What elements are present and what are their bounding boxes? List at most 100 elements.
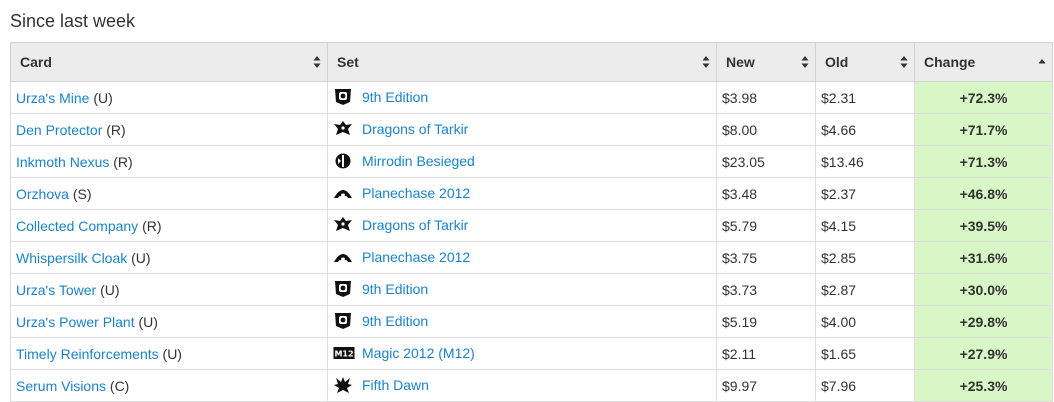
rarity-label: (U) [100, 281, 120, 298]
new-price: $8.00 [716, 113, 816, 146]
set-cell: Dragons of Tarkir [327, 113, 717, 146]
new-price: $3.48 [716, 177, 816, 210]
sort-both-icon [801, 55, 809, 69]
set-link[interactable]: Dragons of Tarkir [362, 217, 468, 233]
card-cell: Urza's Power Plant (U) [10, 305, 328, 338]
card-link[interactable]: Orzhova [16, 186, 69, 202]
sort-both-icon [313, 55, 321, 69]
card-cell: Urza's Tower (U) [10, 273, 328, 306]
old-price: $4.15 [815, 209, 915, 242]
column-label: Card [20, 54, 52, 70]
card-link[interactable]: Den Protector [16, 122, 102, 138]
set-cell: Planechase 2012 [327, 241, 717, 274]
column-header-change[interactable]: Change [914, 42, 1053, 82]
set-cell: 9th Edition [327, 273, 717, 306]
rarity-label: (U) [138, 313, 158, 330]
table-row: Inkmoth Nexus (R) Mirrodin Besieged $23.05… [10, 145, 1053, 178]
new-price: $23.05 [716, 145, 816, 178]
table-row: Collected Company (R) Dragons of Tarkir $5… [10, 209, 1053, 242]
card-cell: Urza's Mine (U) [10, 81, 328, 114]
planechase-2012-icon [333, 248, 353, 266]
set-link[interactable]: 9th Edition [362, 89, 428, 105]
old-price: $2.37 [815, 177, 915, 210]
old-price: $1.65 [815, 337, 915, 370]
sort-both-icon [900, 55, 908, 69]
card-cell: Serum Visions (C) [10, 369, 328, 402]
set-link[interactable]: Planechase 2012 [362, 185, 470, 201]
new-price: $3.75 [716, 241, 816, 274]
new-price: $3.98 [716, 81, 816, 114]
price-change: +46.8% [914, 177, 1053, 210]
svg-text:M12: M12 [334, 350, 353, 359]
column-header-old[interactable]: Old [815, 42, 915, 82]
set-cell: Fifth Dawn [327, 369, 717, 402]
rarity-label: (U) [162, 345, 182, 362]
price-change-table: Card Set New Old Change Urza's Mine (U) 9… [10, 42, 1053, 402]
table-row: Urza's Mine (U) 9th Edition $3.98 $2.31 +72.… [10, 81, 1053, 114]
rarity-label: (U) [93, 89, 113, 106]
card-link[interactable]: Whispersilk Cloak [16, 250, 127, 266]
old-price: $7.96 [815, 369, 915, 402]
new-price: $3.73 [716, 273, 816, 306]
card-cell: Den Protector (R) [10, 113, 328, 146]
column-header-new[interactable]: New [716, 42, 816, 82]
table-header-row: Card Set New Old Change [10, 42, 1053, 82]
set-link[interactable]: 9th Edition [362, 281, 428, 297]
card-cell: Timely Reinforcements (U) [10, 337, 328, 370]
set-link[interactable]: 9th Edition [362, 313, 428, 329]
9th-edition-icon [333, 280, 353, 298]
set-link[interactable]: Dragons of Tarkir [362, 121, 468, 137]
old-price: $4.66 [815, 113, 915, 146]
set-cell: Mirrodin Besieged [327, 145, 717, 178]
card-cell: Orzhova (S) [10, 177, 328, 210]
price-change: +30.0% [914, 273, 1053, 306]
set-link[interactable]: Mirrodin Besieged [362, 153, 475, 169]
new-price: $9.97 [716, 369, 816, 402]
price-change: +72.3% [914, 81, 1053, 114]
table-row: Serum Visions (C) Fifth Dawn $9.97 $7.96 +25… [10, 369, 1053, 402]
table-row: Urza's Power Plant (U) 9th Edition $5.19 $4… [10, 305, 1053, 338]
sort-ascending-icon [1038, 55, 1046, 69]
set-cell: 9th Edition [327, 305, 717, 338]
set-link[interactable]: Planechase 2012 [362, 249, 470, 265]
set-link[interactable]: Fifth Dawn [362, 377, 429, 393]
set-cell: Dragons of Tarkir [327, 209, 717, 242]
fifth-dawn-icon [333, 376, 353, 394]
table-row: Orzhova (S) Planechase 2012 $3.48 $2.37 +46.… [10, 177, 1053, 210]
column-label: Set [337, 54, 359, 70]
new-price: $2.11 [716, 337, 816, 370]
column-header-set[interactable]: Set [327, 42, 717, 82]
card-cell: Inkmoth Nexus (R) [10, 145, 328, 178]
rarity-label: (R) [142, 217, 162, 234]
card-link[interactable]: Collected Company [16, 218, 138, 234]
magic-2012-icon: M12 [333, 344, 355, 362]
card-link[interactable]: Urza's Tower [16, 282, 96, 298]
card-link[interactable]: Urza's Mine [16, 90, 89, 106]
price-change: +71.3% [914, 145, 1053, 178]
sort-both-icon [702, 55, 710, 69]
card-link[interactable]: Urza's Power Plant [16, 314, 135, 330]
old-price: $2.31 [815, 81, 915, 114]
card-link[interactable]: Serum Visions [16, 378, 106, 394]
card-cell: Collected Company (R) [10, 209, 328, 242]
card-link[interactable]: Timely Reinforcements [16, 346, 159, 362]
9th-edition-icon [333, 312, 353, 330]
dragons-of-tarkir-icon [333, 120, 353, 138]
column-header-card[interactable]: Card [10, 42, 328, 82]
set-cell: 9th Edition [327, 81, 717, 114]
dragons-of-tarkir-icon [333, 216, 353, 234]
rarity-label: (R) [106, 121, 126, 138]
table-row: Urza's Tower (U) 9th Edition $3.73 $2.87 +30… [10, 273, 1053, 306]
old-price: $2.87 [815, 273, 915, 306]
price-change: +29.8% [914, 305, 1053, 338]
column-label: Change [924, 54, 976, 70]
table-row: Whispersilk Cloak (U) Planechase 2012 $3.7… [10, 241, 1053, 274]
price-change: +71.7% [914, 113, 1053, 146]
old-price: $2.85 [815, 241, 915, 274]
card-link[interactable]: Inkmoth Nexus [16, 154, 109, 170]
set-link[interactable]: Magic 2012 (M12) [362, 345, 475, 361]
column-label: New [726, 54, 755, 70]
new-price: $5.79 [716, 209, 816, 242]
mirrodin-besieged-icon [333, 152, 353, 170]
column-label: Old [825, 54, 849, 70]
